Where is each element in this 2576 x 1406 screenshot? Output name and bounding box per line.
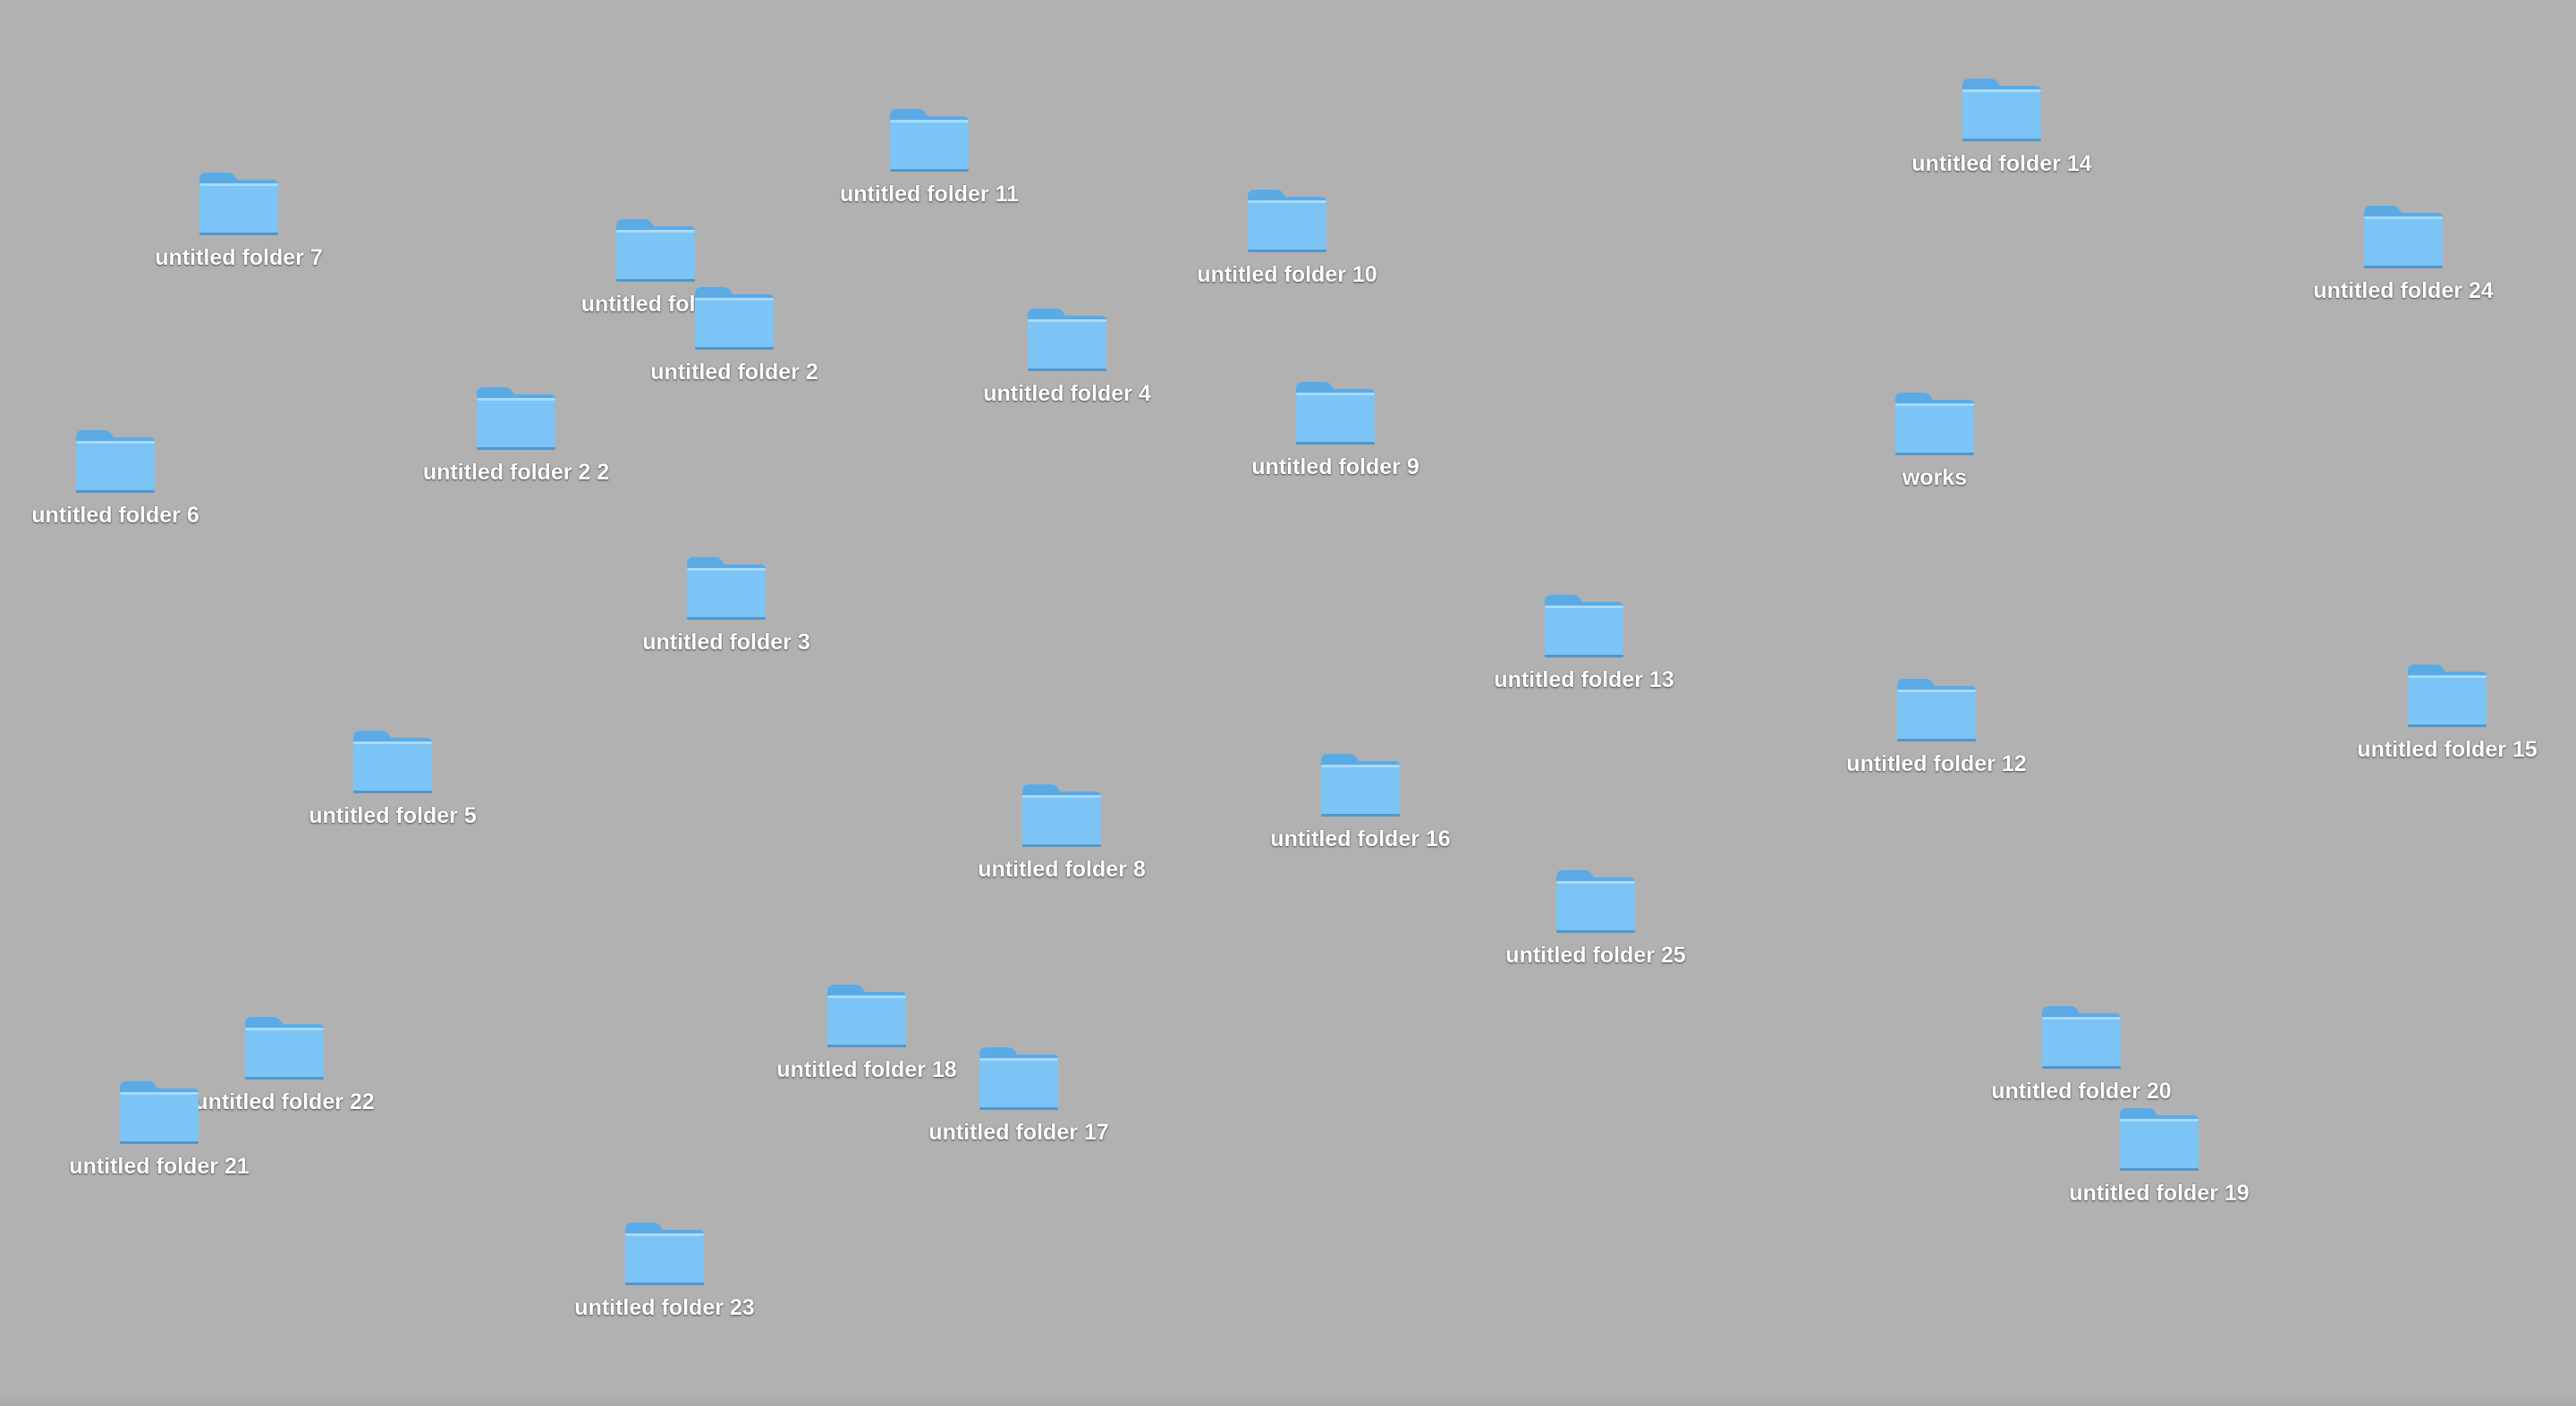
folder-icon (1248, 190, 1326, 252)
folder-icon (890, 109, 969, 172)
folder-icon (2042, 1006, 2121, 1069)
desktop-folder-untitled-folder-11[interactable]: untitled folder 11 (822, 106, 1037, 208)
folder-label: untitled folder 4 (983, 381, 1151, 406)
desktop-folder-untitled-folder-7[interactable]: untitled folder 7 (131, 169, 346, 271)
folder-label: untitled folder 13 (1494, 667, 1674, 692)
folder-label: untitled folder 2 2 (422, 460, 610, 485)
desktop-bottom-shade (0, 1393, 2576, 1406)
desktop-folder-untitled-folder-14[interactable]: untitled folder 14 (1894, 75, 2109, 177)
folder-icon (76, 430, 155, 493)
folder-label: untitled folder 6 (31, 503, 199, 528)
folder-label: untitled folder 24 (2313, 278, 2494, 303)
folder-icon (2120, 1108, 2199, 1171)
folder-label: untitled folder 15 (2357, 737, 2538, 762)
desktop-folder-untitled-folder-8[interactable]: untitled folder 8 (954, 781, 1169, 883)
folder-icon (1962, 79, 2041, 141)
folder-icon (827, 985, 906, 1047)
desktop-folder-untitled-folder-6[interactable]: untitled folder 6 (8, 427, 223, 529)
folder-icon (1545, 595, 1623, 657)
desktop-folder-untitled-folder-5[interactable]: untitled folder 5 (285, 727, 500, 829)
folder-label: untitled folder 12 (1846, 751, 2027, 776)
desktop-folder-untitled-folder-10[interactable]: untitled folder 10 (1180, 186, 1394, 288)
folder-icon (2408, 665, 2487, 727)
folder-label: untitled folder 19 (2069, 1181, 2250, 1206)
desktop-folder-untitled-folder-2-2[interactable]: untitled folder 2 2 (409, 384, 623, 486)
folder-label: untitled folder 20 (1991, 1079, 2172, 1104)
desktop-folder-untitled-folder-3[interactable]: untitled folder 3 (619, 554, 834, 656)
folder-icon (199, 173, 278, 235)
folder-icon (979, 1047, 1058, 1110)
folder-label: untitled folder 2 (650, 360, 818, 385)
folder-icon (687, 557, 766, 620)
folder-icon (1321, 754, 1400, 817)
folder-label: untitled folder 11 (839, 182, 1020, 207)
folder-icon (1022, 784, 1101, 847)
desktop-folder-works[interactable]: works (1827, 389, 2042, 491)
desktop-folder-untitled-folder-9[interactable]: untitled folder 9 (1228, 378, 1443, 480)
folder-label: untitled folder 9 (1251, 454, 1419, 479)
folder-icon (1296, 382, 1375, 445)
desktop-folder-untitled-folder-16[interactable]: untitled folder 16 (1253, 750, 1468, 852)
desktop-folder-untitled-folder-24[interactable]: untitled folder 24 (2296, 202, 2511, 304)
folder-icon (1028, 309, 1106, 371)
folder-icon (695, 287, 774, 350)
folder-label: untitled folder 7 (155, 245, 323, 270)
desktop-folder-untitled-folder-4[interactable]: untitled folder 4 (960, 305, 1174, 407)
desktop[interactable]: untitled folder 11 untitled folder 14 un… (0, 0, 2576, 1406)
folder-label: untitled folder 14 (1911, 151, 2092, 176)
desktop-folder-untitled-folder-20[interactable]: untitled folder 20 (1974, 1003, 2189, 1105)
desktop-folder-untitled-folder-23[interactable]: untitled folder 23 (557, 1219, 772, 1321)
folder-icon (2364, 206, 2443, 268)
folder-label: untitled folder 3 (642, 630, 810, 655)
folder-icon (245, 1017, 324, 1080)
folder-label: untitled folder 5 (309, 803, 477, 828)
desktop-folder-untitled-folder-21[interactable]: untitled folder 21 (52, 1078, 267, 1180)
desktop-folder-untitled-folder-13[interactable]: untitled folder 13 (1477, 591, 1691, 693)
folder-label: untitled folder 17 (928, 1120, 1109, 1145)
folder-icon (1895, 393, 1974, 455)
desktop-folder-untitled-folder-15[interactable]: untitled folder 15 (2340, 661, 2555, 763)
desktop-folder-untitled-folder-12[interactable]: untitled folder 12 (1829, 675, 2044, 777)
folder-icon (477, 387, 555, 450)
folder-icon (625, 1223, 704, 1285)
desktop-folder-untitled-folder-19[interactable]: untitled folder 19 (2052, 1105, 2267, 1207)
folder-label: untitled folder 25 (1505, 943, 1686, 968)
desktop-folder-untitled-folder-17[interactable]: untitled folder 17 (911, 1044, 1126, 1146)
folder-icon (353, 731, 432, 793)
desktop-folder-untitled-folder-25[interactable]: untitled folder 25 (1488, 867, 1703, 969)
folder-label: works (1902, 465, 1968, 490)
folder-label: untitled folder 16 (1270, 826, 1451, 851)
folder-label: untitled folder 23 (574, 1295, 755, 1320)
folder-label: untitled folder 21 (69, 1154, 250, 1179)
desktop-folder-untitled-folder-2[interactable]: untitled folder 2 (627, 284, 842, 385)
folder-label: untitled folder 10 (1197, 262, 1377, 287)
folder-icon (1556, 870, 1635, 933)
folder-icon (1897, 679, 1976, 741)
folder-label: untitled folder 8 (978, 857, 1146, 882)
folder-icon (120, 1081, 199, 1144)
folder-icon (616, 219, 695, 282)
